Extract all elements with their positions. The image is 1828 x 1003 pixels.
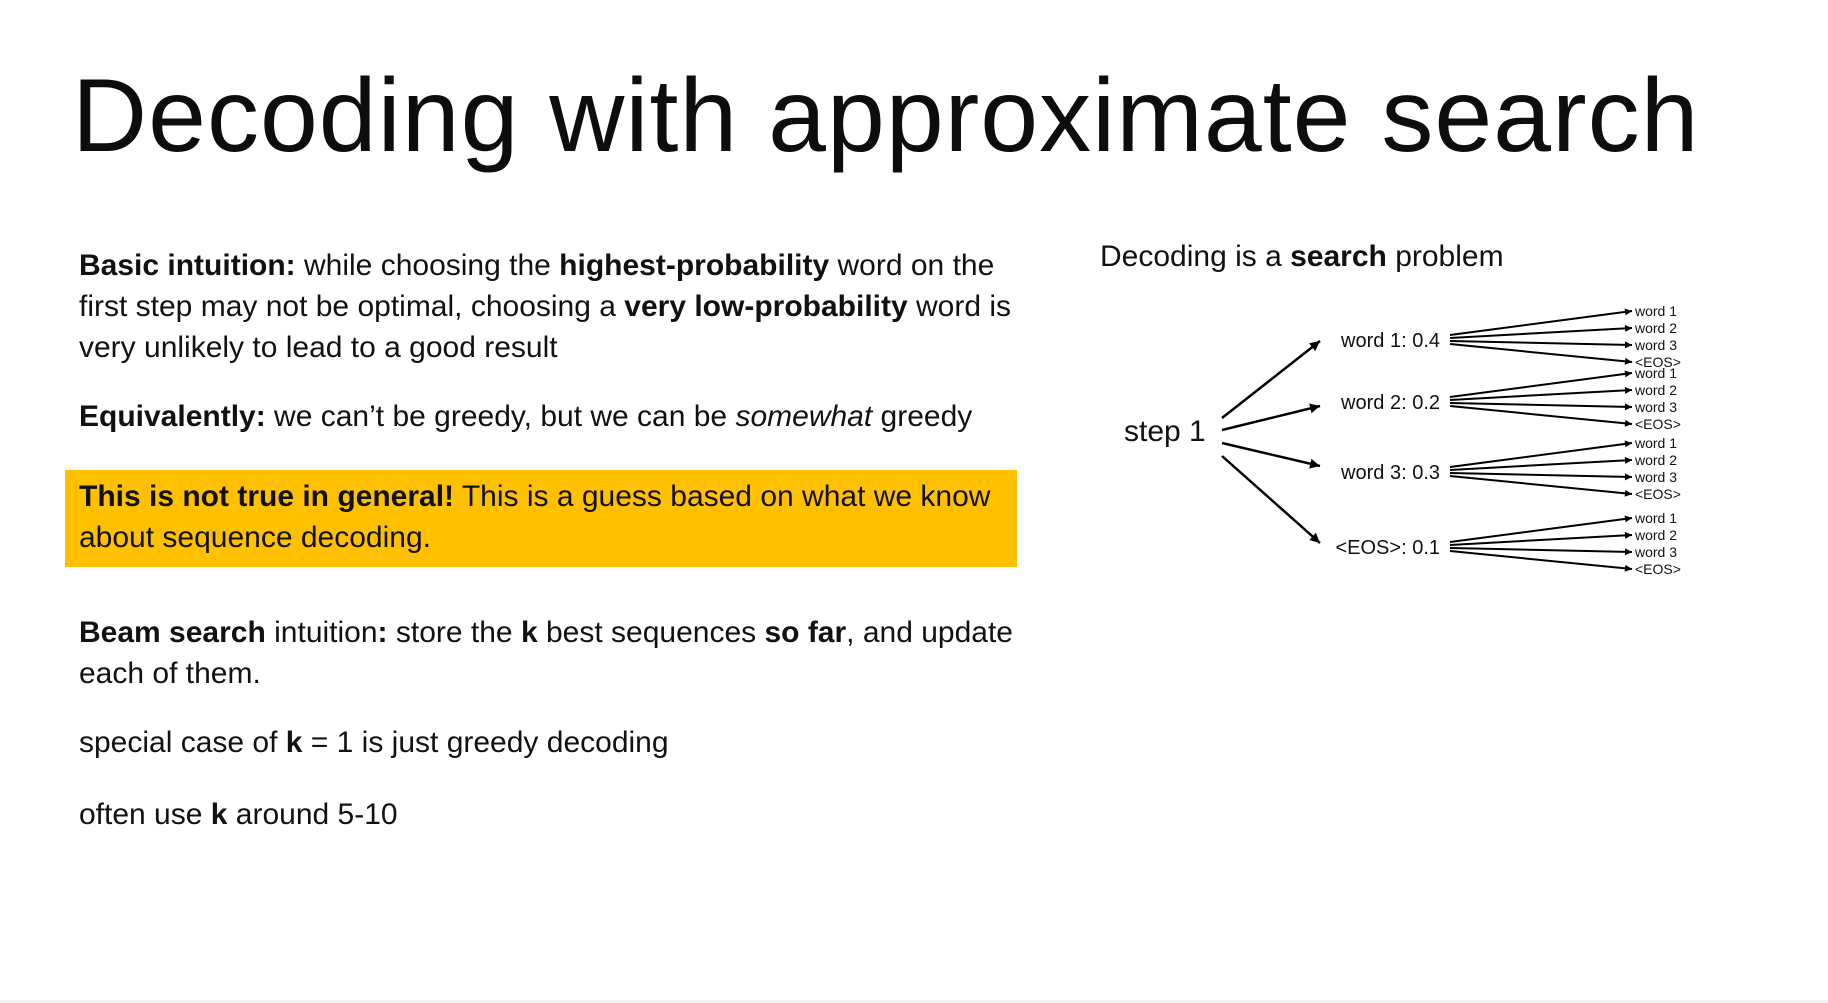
root-arrow-2 [1221,403,1321,432]
child-arrow-1-3 [1449,340,1633,349]
branch-label-1: word 1: 0.4 [1340,330,1440,352]
root-arrow-1 [1221,340,1321,419]
root-arrow-3 [1221,441,1321,469]
child-label-3-1: word 1 [1634,435,1677,451]
child-arrow-4-3 [1449,547,1633,556]
child-arrow-2-3 [1449,402,1633,411]
slide: Decoding with approximate search Basic i… [0,0,1828,1003]
child-arrow-3-4 [1449,475,1633,497]
child-arrow-3-1 [1449,440,1633,468]
child-label-2-3: word 3 [1634,399,1677,415]
child-arrow-2-2 [1449,386,1633,401]
child-label-4-4: <EOS> [1635,561,1681,577]
child-arrow-3-2 [1449,456,1633,471]
branch-label-4: <EOS>: 0.1 [1335,537,1440,559]
child-label-3-3: word 3 [1634,469,1677,485]
child-label-2-4: <EOS> [1635,416,1681,432]
child-arrow-2-4 [1449,405,1633,427]
child-label-2-1: word 1 [1634,365,1677,381]
root-arrow-4 [1221,455,1321,544]
child-arrow-4-4 [1449,550,1633,572]
child-arrow-2-1 [1449,370,1633,398]
search-tree-diagram: step 1word 1: 0.4word 1word 2word 3<EOS>… [1124,303,1681,577]
root-step-label: step 1 [1124,415,1206,448]
child-label-1-3: word 3 [1634,337,1677,353]
branch-label-2: word 2: 0.2 [1340,392,1440,414]
child-arrow-4-1 [1449,515,1633,543]
branch-label-3: word 3: 0.3 [1340,462,1440,484]
child-arrow-4-2 [1449,531,1633,546]
child-arrow-1-4 [1449,343,1633,365]
child-arrow-1-2 [1449,324,1633,339]
child-label-3-4: <EOS> [1635,486,1681,502]
child-label-4-1: word 1 [1634,510,1677,526]
child-arrow-3-3 [1449,472,1633,481]
child-label-4-3: word 3 [1634,544,1677,560]
child-arrow-1-1 [1449,308,1633,336]
child-label-1-1: word 1 [1634,303,1677,319]
child-label-4-2: word 2 [1634,527,1677,543]
child-label-1-2: word 2 [1634,320,1677,336]
child-label-2-2: word 2 [1634,382,1677,398]
child-label-3-2: word 2 [1634,452,1677,468]
